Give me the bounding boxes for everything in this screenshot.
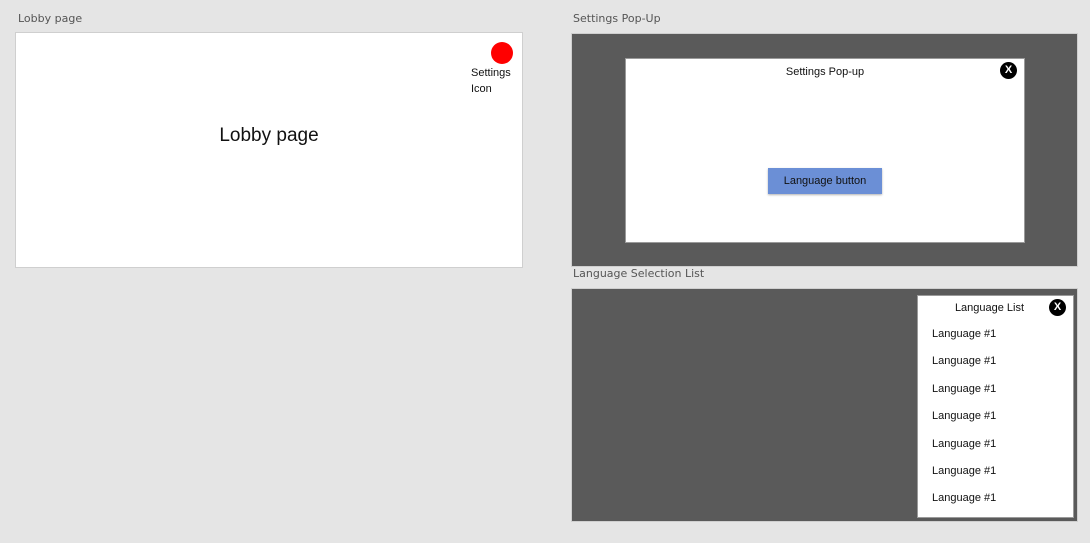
- lobby-page-frame: Settings Icon Lobby page: [15, 32, 523, 268]
- language-list: Language #1 Language #1 Language #1 Lang…: [932, 327, 996, 519]
- language-frame-label: Language Selection List: [573, 267, 705, 280]
- language-list-panel: Language List X Language #1 Language #1 …: [917, 295, 1074, 518]
- lobby-frame-label: Lobby page: [18, 12, 83, 25]
- language-item[interactable]: Language #1: [932, 382, 996, 409]
- language-list-close-icon[interactable]: X: [1049, 299, 1066, 316]
- language-item[interactable]: Language #1: [932, 464, 996, 491]
- language-list-title: Language List: [954, 302, 1025, 314]
- language-item[interactable]: Language #1: [932, 354, 996, 381]
- language-item[interactable]: Language #1: [932, 327, 996, 354]
- settings-icon-caption: Settings Icon: [471, 67, 511, 95]
- settings-icon[interactable]: [491, 42, 513, 64]
- settings-close-icon[interactable]: X: [1000, 62, 1017, 79]
- settings-popup: Settings Pop-up X Language button: [625, 58, 1025, 243]
- settings-popup-title: Settings Pop-up: [785, 66, 865, 78]
- settings-frame-label: Settings Pop-Up: [573, 12, 661, 25]
- settings-popup-frame: Settings Pop-up X Language button: [571, 33, 1078, 267]
- language-item[interactable]: Language #1: [932, 437, 996, 464]
- language-item[interactable]: Language #1: [932, 491, 996, 518]
- language-selection-frame: Language List X Language #1 Language #1 …: [571, 288, 1078, 522]
- language-item[interactable]: Language #1: [932, 409, 996, 436]
- lobby-page-title: Lobby page: [219, 125, 319, 146]
- language-button[interactable]: Language button: [768, 168, 882, 194]
